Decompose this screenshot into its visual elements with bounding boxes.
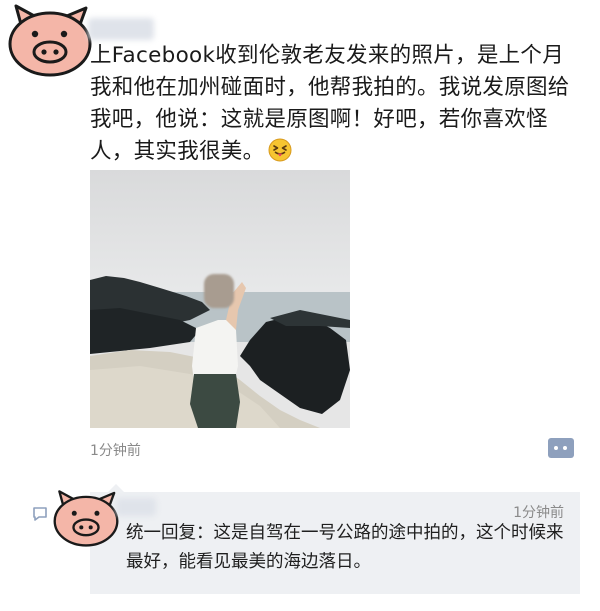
post-photo[interactable] bbox=[90, 170, 350, 428]
commenter-pig-avatar[interactable] bbox=[50, 486, 122, 550]
post-time: 1分钟前 bbox=[90, 443, 141, 459]
comment-bubble-icon bbox=[33, 507, 47, 521]
tongue-wink-emoji-icon bbox=[268, 138, 292, 162]
commenter-name-blurred[interactable] bbox=[116, 498, 156, 516]
more-options-icon[interactable] bbox=[548, 438, 574, 458]
post-body: 上Facebook收到伦敦老友发来的照片，是上个月我和他在加州碰面时，他帮我拍的… bbox=[90, 43, 570, 164]
username-blurred[interactable] bbox=[88, 18, 154, 40]
pig-avatar[interactable] bbox=[4, 2, 96, 78]
comment-text: 统一回复：这是自驾在一号公路的途中拍的，这个时候来最好，能看见最美的海边落日。 bbox=[126, 523, 564, 572]
post-text: 上Facebook收到伦敦老友发来的照片，是上个月我和他在加州碰面时，他帮我拍的… bbox=[90, 40, 580, 168]
